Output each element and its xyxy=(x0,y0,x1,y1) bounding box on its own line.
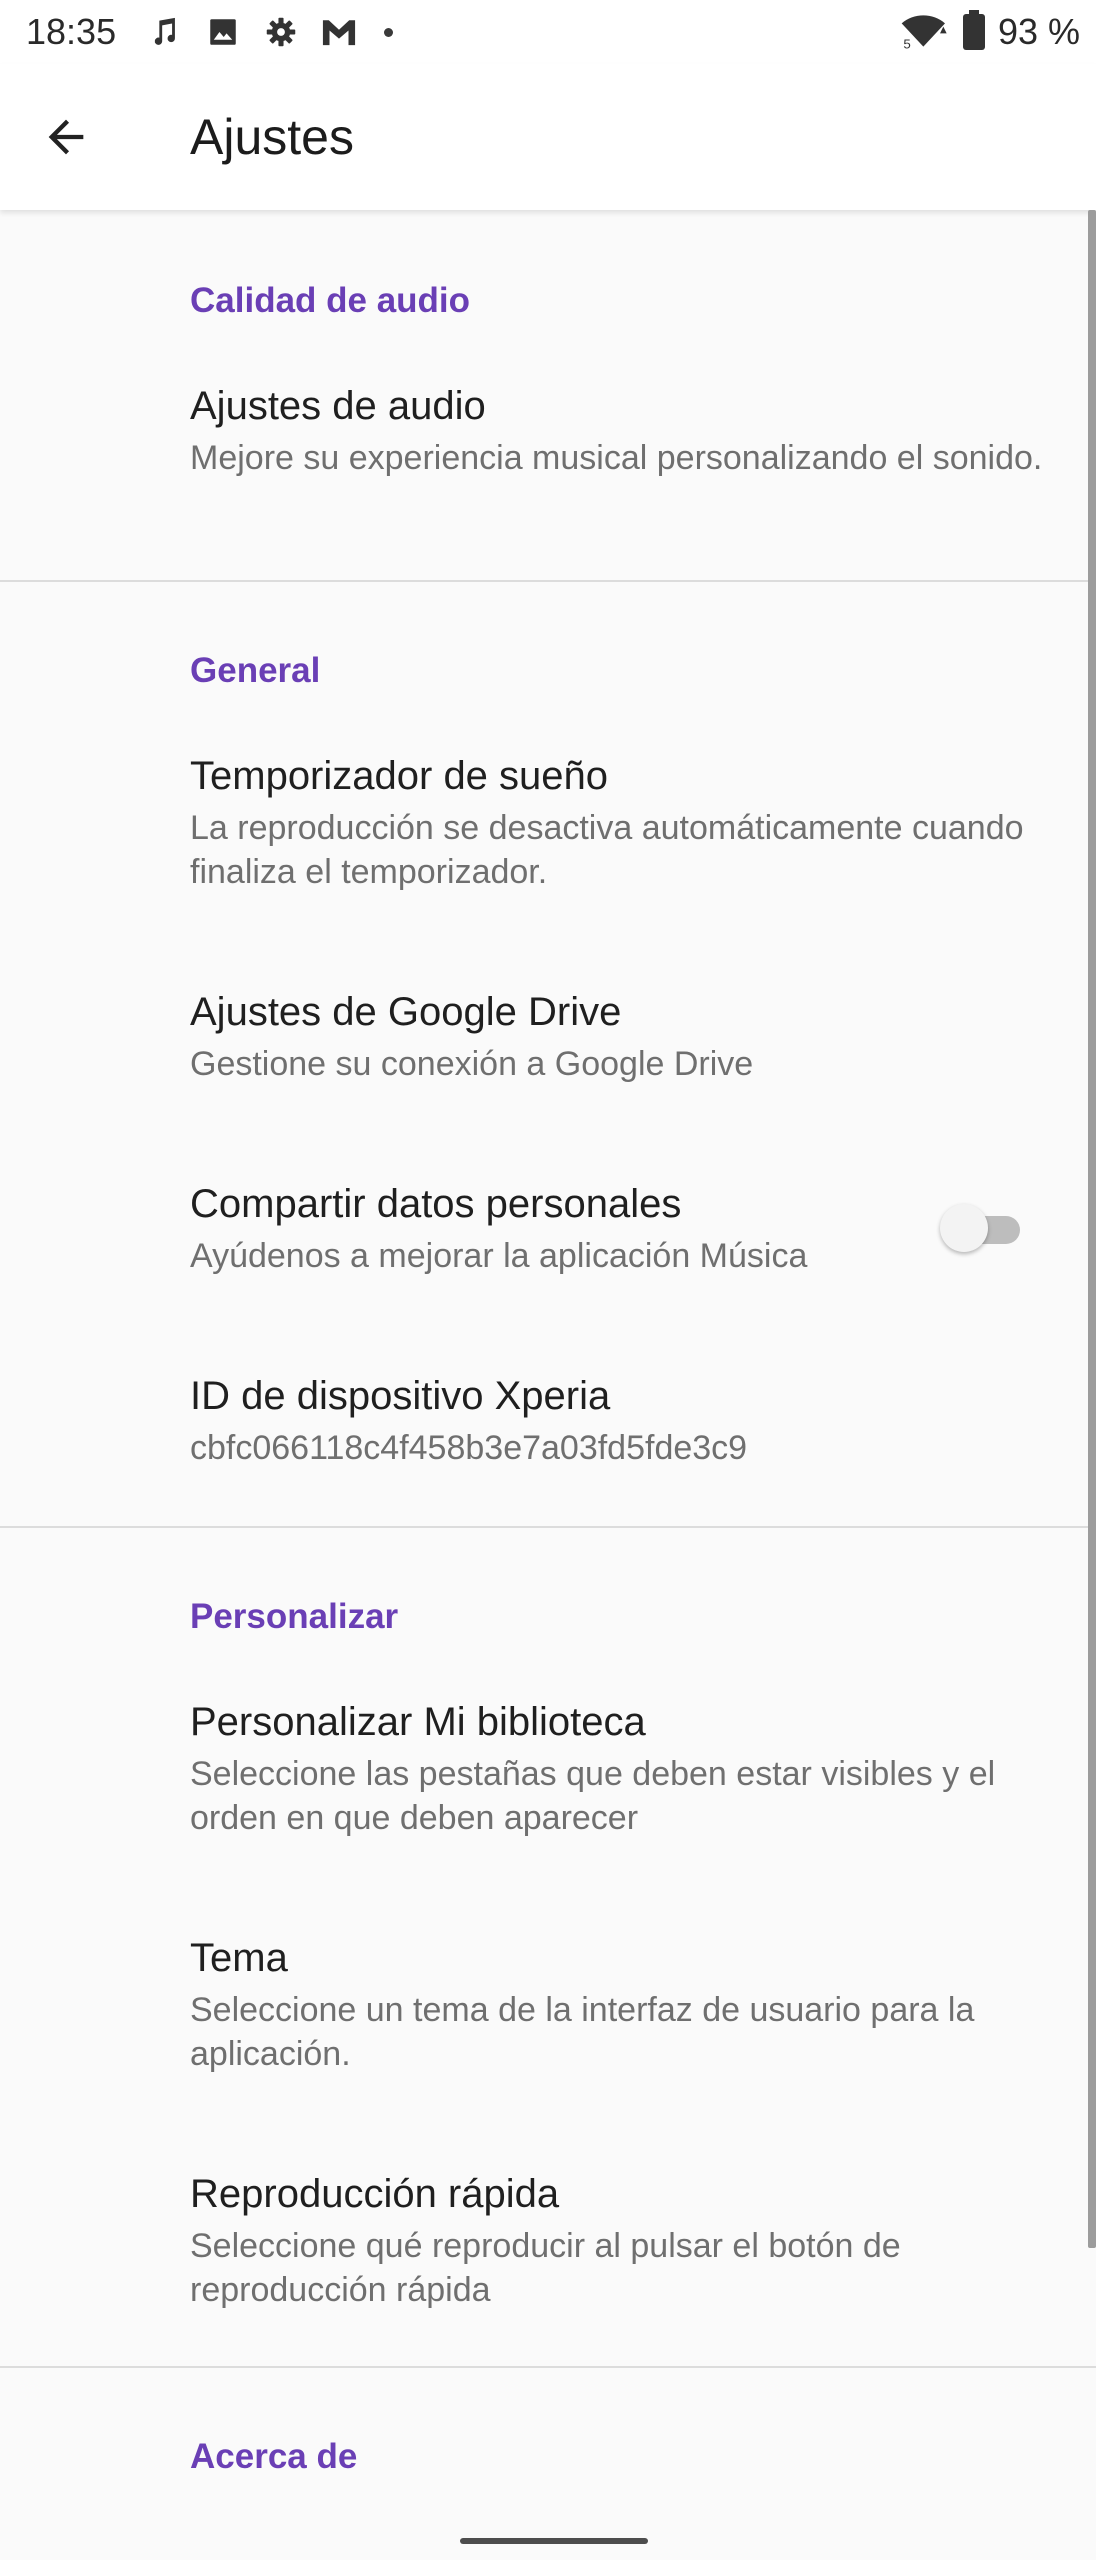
pref-summary: Seleccione las pestañas que deben estar … xyxy=(190,1755,996,1837)
section-header-customize: Personalizar xyxy=(190,1597,399,1636)
pref-summary: Ayúdenos a mejorar la aplicación Música xyxy=(190,1237,808,1275)
settings-screen: 18:35 5 93 % Ajustes Calidad de audio Aj… xyxy=(0,0,1096,2560)
pref-customize-library[interactable]: Personalizar Mi biblioteca Seleccione la… xyxy=(0,1696,1096,1896)
pref-summary: Seleccione qué reproducir al pulsar el b… xyxy=(190,2227,901,2309)
section-divider xyxy=(0,1526,1096,1528)
pref-title: ID de dispositivo Xperia xyxy=(190,1374,611,1418)
gmail-icon xyxy=(320,13,358,51)
page-title: Ajustes xyxy=(190,109,354,165)
battery-percentage: 93 % xyxy=(997,11,1080,52)
status-time: 18:35 xyxy=(26,11,117,52)
section-divider xyxy=(0,580,1096,582)
image-icon xyxy=(204,13,242,51)
pref-title: Temporizador de sueño xyxy=(190,754,609,798)
pref-summary: Mejore su experiencia musical personaliz… xyxy=(190,439,1043,477)
scrollbar[interactable] xyxy=(1088,210,1096,2248)
wifi-icon: 5 xyxy=(900,10,950,55)
battery-icon xyxy=(962,9,986,55)
section-header-about: Acerca de xyxy=(190,2437,358,2476)
pref-title: Ajustes de Google Drive xyxy=(190,990,622,1034)
switch-thumb xyxy=(940,1204,988,1252)
pref-quick-play[interactable]: Reproducción rápida Seleccione qué repro… xyxy=(0,2168,1096,2368)
section-header-audio-quality: Calidad de audio xyxy=(190,281,471,320)
status-bar: 18:35 5 93 % xyxy=(0,0,1096,64)
pref-theme[interactable]: Tema Seleccione un tema de la interfaz d… xyxy=(0,1932,1096,2132)
music-note-icon xyxy=(146,13,184,51)
system-icons: 5 93 % xyxy=(900,8,1080,56)
pref-title: Compartir datos personales xyxy=(190,1182,682,1226)
notification-icons xyxy=(146,10,393,54)
pref-share-personal-data[interactable]: Compartir datos personales Ayúdenos a me… xyxy=(0,1178,1096,1308)
pref-title: Reproducción rápida xyxy=(190,2172,560,2216)
pref-summary: Gestione su conexión a Google Drive xyxy=(190,1045,754,1083)
pref-summary: Seleccione un tema de la interfaz de usu… xyxy=(190,1991,975,2073)
back-button[interactable] xyxy=(34,105,98,169)
pref-title: Personalizar Mi biblioteca xyxy=(190,1700,646,1744)
settings-gear-icon xyxy=(262,13,300,51)
pref-title: Ajustes de audio xyxy=(190,384,486,428)
pref-sleep-timer[interactable]: Temporizador de sueño La reproducción se… xyxy=(0,750,1096,950)
arrow-back-icon xyxy=(48,119,84,155)
pref-audio-settings[interactable]: Ajustes de audio Mejore su experiencia m… xyxy=(0,380,1096,580)
more-notifications-dot-icon xyxy=(384,27,393,37)
section-header-general: General xyxy=(190,651,321,690)
pref-google-drive-settings[interactable]: Ajustes de Google Drive Gestione su cone… xyxy=(0,986,1096,1116)
pref-xperia-device-id[interactable]: ID de dispositivo Xperia cbfc066118c4f45… xyxy=(0,1370,1096,1500)
share-data-toggle[interactable] xyxy=(940,1202,1024,1254)
pref-summary: cbfc066118c4f458b3e7a03fd5fde3c9 xyxy=(190,1429,748,1467)
section-divider xyxy=(0,2366,1096,2368)
pref-summary: La reproducción se desactiva automáticam… xyxy=(190,809,1024,891)
svg-text:5: 5 xyxy=(903,36,910,50)
pref-title: Tema xyxy=(190,1936,288,1980)
gesture-navigation-bar[interactable] xyxy=(460,2538,648,2544)
app-bar: Ajustes xyxy=(0,64,1096,210)
